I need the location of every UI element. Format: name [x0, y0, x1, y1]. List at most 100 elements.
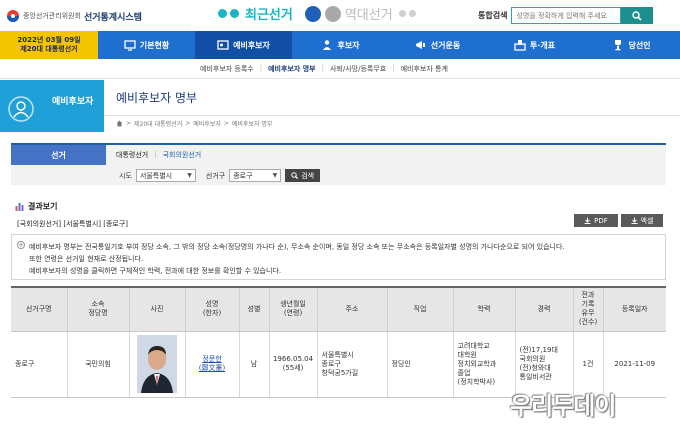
nav-menu: 기본현황 예비후보자 후보자 선거운동 투·개표 당선인 — [98, 31, 680, 59]
sub-nav-items: 예비후보자 등록수 | 예비후보자 명부 | 사퇴/사망/등록무효 | 예비후보… — [197, 64, 451, 74]
bar-chart-icon — [15, 203, 24, 211]
subnav-item-candidate-list[interactable]: 예비후보자 명부 — [265, 64, 319, 74]
col-header-birth: 생년월일 (연령) — [269, 286, 318, 332]
district-value: 종로구 — [233, 171, 253, 180]
city-select[interactable]: 서울특별시 ▼ — [135, 169, 196, 182]
district-select[interactable]: 종로구 ▼ — [229, 169, 282, 182]
cell-education: 고려대학교 대학원 정치외교학과 졸업 (정치학박사) — [453, 331, 516, 398]
filter-search-label: 검색 — [301, 171, 315, 180]
election-date-badge[interactable]: 2022년 03월 09일 제20대 대통령선거 — [0, 31, 98, 59]
breadcrumb: > 제20대 대통령선거 > 예비후보자 > 예비후보자 명부 — [116, 119, 272, 128]
cell-job: 정당인 — [387, 331, 454, 398]
nav-item-campaign[interactable]: 선거운동 — [389, 31, 486, 59]
tab-past-election[interactable]: 역대선거 — [345, 4, 393, 23]
col-header-address: 주소 — [317, 286, 388, 332]
search-icon — [632, 10, 643, 21]
nav-item-label: 투·개표 — [529, 40, 556, 50]
col-header-job: 직업 — [387, 286, 454, 332]
nav-item-vote-count[interactable]: 투·개표 — [486, 31, 583, 59]
nav-item-label: 예비후보자 — [233, 40, 270, 50]
nav-item-winners[interactable]: 당선인 — [583, 31, 680, 59]
person-icon — [323, 40, 332, 50]
filter-search-button[interactable]: 검색 — [285, 169, 321, 182]
search-input[interactable] — [511, 7, 622, 24]
global-search: 통합검색 — [478, 7, 654, 24]
id-card-icon — [217, 40, 229, 50]
search-conditions: [국회의원선거] [서울특별시] [종로구] — [17, 220, 128, 228]
cell-address: 서울특별시 종로구 창덕궁5가길 — [317, 331, 388, 398]
search-icon — [291, 172, 299, 179]
results-title: 결과보기 — [28, 202, 58, 211]
nav-item-candidates[interactable]: 후보자 — [292, 31, 389, 59]
sub-nav: 예비후보자 등록수 | 예비후보자 명부 | 사퇴/사망/등록무효 | 예비후보… — [0, 59, 680, 79]
nav-item-preliminary-candidates[interactable]: 예비후보자 — [195, 31, 292, 59]
table-header-row: 선거구명 소속 정당명 사진 성명 (한자) 성별 생년월일 (연령) 주소 직업 학… — [11, 286, 666, 332]
search-button[interactable] — [621, 7, 654, 24]
download-icon — [584, 217, 591, 224]
filter-selectors: 시도 서울특별시 ▼ 선거구 종로구 ▼ 검색 — [119, 169, 321, 182]
decor-dots — [398, 10, 416, 17]
col-header-career: 경력 — [515, 286, 574, 332]
ballot-box-icon — [514, 40, 526, 51]
election-period-tabs: 최근선거 역대선거 — [218, 4, 422, 23]
col-header-district: 선거구명 — [11, 286, 68, 332]
option-presidential[interactable]: 대통령선거 — [116, 150, 148, 160]
nav-item-basic-status[interactable]: 기본현황 — [98, 31, 195, 59]
nec-logo[interactable]: 중앙선거관리위원회 선거통계시스템 — [6, 9, 142, 23]
subnav-item-statistics[interactable]: 예비후보자 통계 — [398, 64, 451, 74]
system-name: 선거통계시스템 — [83, 12, 142, 23]
chevron-down-icon: ▼ — [272, 172, 278, 179]
monitor-icon — [124, 40, 136, 51]
cell-name[interactable]: 정문헌 (鄭文憲) — [185, 331, 240, 398]
divider — [104, 115, 680, 116]
notice-line: 또한 연령은 선거일 현재로 산정됩니다. — [29, 255, 144, 263]
decor-dots — [218, 9, 239, 18]
notice-line: 예비후보자 명부는 전국통일기호 부여 정당 소속, 그 밖의 정당 소속(정당… — [29, 243, 565, 251]
search-filter-panel: 선거 대통령선거 | 국회의원선거 시도 서울특별시 ▼ 선거구 종로구 ▼ 검… — [11, 143, 666, 185]
home-icon[interactable] — [116, 120, 123, 127]
trophy-icon — [615, 40, 622, 51]
candidate-name-link[interactable]: 정문헌 — [202, 355, 221, 363]
excel-label: 엑셀 — [640, 216, 654, 225]
col-header-registered: 등록일자 — [603, 286, 666, 332]
watermark-logo: 우리두데이 — [510, 386, 616, 421]
breadcrumb-item: 예비후보자 명부 — [231, 121, 273, 128]
option-national-assembly[interactable]: 국회의원선거 — [163, 150, 202, 160]
nav-item-label: 후보자 — [337, 40, 360, 50]
header: 중앙선거관리위원회 선거통계시스템 최근선거 역대선거 통합검색 — [0, 0, 680, 31]
candidate-person-icon — [8, 96, 34, 122]
candidate-portrait — [137, 335, 177, 393]
notice-line: 예비후보자의 성명을 클릭하면 구체적인 학력, 전과에 대한 정보를 확인할 … — [29, 267, 282, 275]
nav-item-label: 당선인 — [628, 40, 651, 50]
cell-gender: 남 — [239, 331, 270, 398]
col-header-party: 소속 정당명 — [67, 286, 130, 332]
candidate-hanja-link[interactable]: (鄭文憲) — [199, 364, 225, 372]
chevron-down-icon: ▼ — [187, 172, 192, 179]
city-value: 서울특별시 — [139, 171, 173, 180]
search-label: 통합검색 — [478, 11, 508, 20]
excel-download-button[interactable]: 엑셀 — [621, 214, 663, 227]
tab-indicator-icon — [324, 5, 341, 22]
section-side-tab: 예비후보자 — [0, 80, 104, 132]
breadcrumb-item[interactable]: 제20대 대통령선거 — [134, 119, 182, 128]
district-label: 선거구 — [205, 171, 226, 180]
watermark-text: 우리두데이 — [510, 392, 616, 420]
election-name: 제20대 대통령선거 — [20, 45, 78, 53]
election-type-label: 선거 — [11, 145, 106, 165]
subnav-item-registration-count[interactable]: 예비후보자 등록수 — [197, 64, 257, 74]
cell-photo — [129, 331, 186, 398]
notice-lines: 예비후보자 명부는 전국통일기호 부여 정당 소속, 그 밖의 정당 소속(정당… — [29, 241, 565, 277]
main-nav: 2022년 03월 09일 제20대 대통령선거 기본현황 예비후보자 후보자 — [0, 31, 680, 59]
election-date: 2022년 03월 09일 — [17, 36, 81, 44]
breadcrumb-item[interactable]: 예비후보자 — [193, 119, 221, 128]
col-header-photo: 사진 — [129, 286, 186, 332]
results-heading: 결과보기 — [15, 201, 57, 212]
tab-indicator-icon — [304, 5, 321, 22]
pdf-download-button[interactable]: PDF — [574, 214, 618, 227]
subnav-item-withdrawals[interactable]: 사퇴/사망/등록무효 — [327, 64, 389, 74]
col-header-criminal: 전과 기록 유무 (건수) — [573, 286, 604, 332]
election-type-options: 대통령선거 | 국회의원선거 — [116, 150, 202, 160]
org-name: 중앙선거관리위원회 — [23, 12, 81, 20]
section-label: 예비후보자 — [52, 97, 94, 107]
tab-recent-election[interactable]: 최근선거 — [245, 4, 293, 23]
